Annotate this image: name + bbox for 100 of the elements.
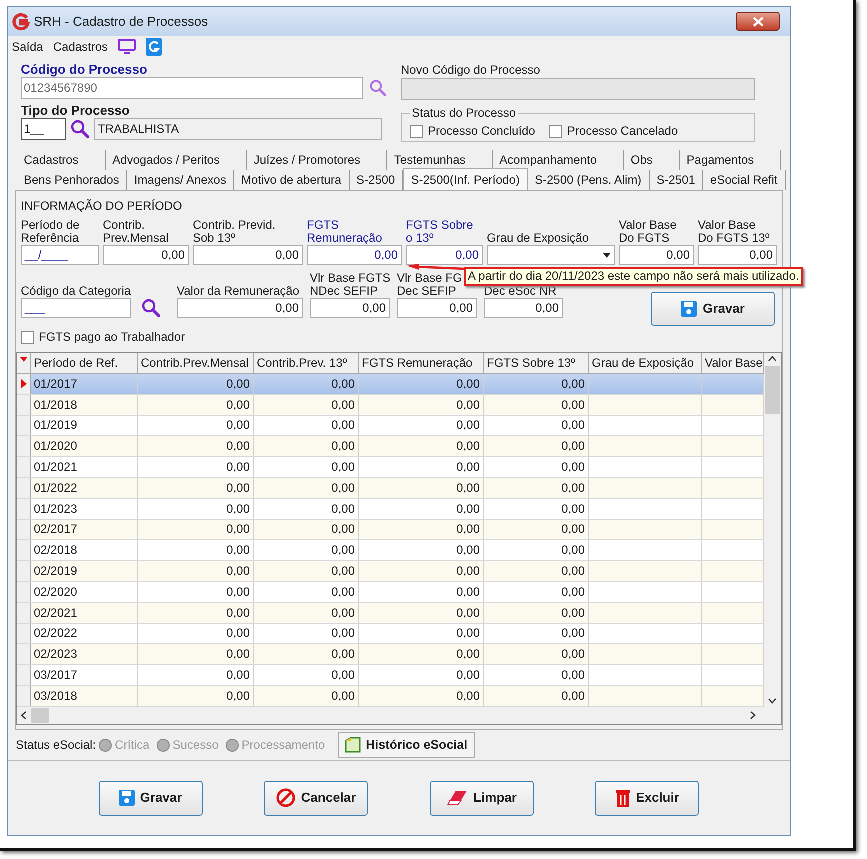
- exposure-dropdown[interactable]: [487, 245, 615, 265]
- input-field[interactable]: 0,00: [484, 298, 563, 318]
- clear-button[interactable]: Limpar: [430, 780, 534, 816]
- table-row[interactable]: 01/2017 0,00 0,00 0,00 0,00: [17, 374, 764, 395]
- history-button[interactable]: Histórico eSocial: [338, 732, 475, 758]
- window-title: SRH - Cadastro de Processos: [34, 12, 208, 31]
- input-field[interactable]: 0,00: [619, 245, 694, 265]
- menu-item[interactable]: Cadastros: [53, 38, 108, 56]
- tooltip: A partir do dia 20/11/2023 este campo não será mais utilizado.: [464, 267, 804, 286]
- table-row[interactable]: 01/2021 0,00 0,00 0,00 0,00: [17, 457, 764, 478]
- table-row[interactable]: 02/2021 0,00 0,00 0,00 0,00: [17, 602, 764, 624]
- type-description-field: TRABALHISTA: [94, 118, 382, 140]
- table-row[interactable]: 02/2023 0,00 0,00 0,00 0,00: [17, 644, 764, 666]
- table-cell: 0,00: [359, 416, 484, 436]
- table-cell: 0,00: [138, 416, 254, 436]
- input-field[interactable]: 0,00: [307, 245, 402, 265]
- column-header[interactable]: Período de Ref.: [31, 353, 138, 373]
- table-row[interactable]: 02/2020 0,00 0,00 0,00 0,00: [17, 582, 764, 603]
- table-cell: 0,00: [254, 582, 359, 602]
- table-cell: 0,00: [254, 374, 359, 394]
- column-header[interactable]: Contrib.Prev.Mensal: [138, 353, 254, 373]
- input-field[interactable]: ___: [21, 298, 131, 318]
- field-label: Valor Base Do FGTS 13º: [698, 219, 771, 245]
- input-field[interactable]: 0,00: [406, 245, 483, 265]
- table-cell: 0,00: [254, 665, 359, 685]
- column-header[interactable]: Contrib.Prev. 13º: [254, 353, 359, 373]
- checkbox[interactable]: [21, 330, 34, 344]
- tab[interactable]: Advogados / Peritos: [106, 150, 247, 170]
- table-cell: 0,00: [138, 394, 254, 415]
- table-row[interactable]: 02/2019 0,00 0,00 0,00 0,00: [17, 561, 764, 582]
- input-field[interactable]: 0,00: [193, 245, 303, 265]
- table-cell: 0,00: [359, 624, 484, 644]
- input-field[interactable]: 0,00: [698, 245, 777, 265]
- status-label: Status eSocial:: [16, 737, 96, 754]
- column-header[interactable]: Grau de Exposição: [589, 353, 702, 373]
- table-cell: 0,00: [484, 602, 589, 623]
- input-field[interactable]: 0,00: [177, 298, 303, 318]
- scrollbar-thumb[interactable]: [31, 708, 49, 723]
- checkbox-label[interactable]: Processo Cancelado: [567, 122, 678, 140]
- scroll-left-icon[interactable]: [21, 711, 27, 720]
- table-cell: 0,00: [359, 540, 484, 560]
- table-cell: 01/2022: [31, 478, 138, 498]
- table-cell: 0,00: [138, 374, 254, 394]
- menu-item[interactable]: Saída: [12, 38, 44, 56]
- save-button[interactable]: Gravar: [98, 780, 203, 816]
- checkbox-label[interactable]: FGTS pago ao Trabalhador: [39, 328, 186, 346]
- table-row[interactable]: 01/2018 0,00 0,00 0,00 0,00: [17, 394, 764, 416]
- scroll-down-icon[interactable]: [768, 698, 777, 704]
- close-button[interactable]: [736, 12, 780, 31]
- horizontal-scrollbar[interactable]: [17, 707, 781, 724]
- table-cell: 0,00: [484, 540, 589, 560]
- code-field[interactable]: 01234567890: [21, 77, 363, 99]
- column-header[interactable]: FGTS Sobre 13º: [484, 353, 589, 373]
- table-row[interactable]: 03/2018 0,00 0,00 0,00 0,00: [17, 686, 764, 707]
- type-code-field[interactable]: 1__: [21, 118, 66, 140]
- table-row[interactable]: 02/2018 0,00 0,00 0,00 0,00: [17, 540, 764, 562]
- cancel-button[interactable]: Cancelar: [264, 780, 368, 816]
- monitor-icon[interactable]: [118, 39, 136, 55]
- search-icon[interactable]: [141, 298, 161, 318]
- input-field[interactable]: 0,00: [397, 298, 477, 318]
- tab[interactable]: S-2501: [650, 170, 704, 190]
- input-field[interactable]: 0,00: [310, 298, 390, 318]
- table-cell: 01/2021: [31, 457, 138, 477]
- table-cell: 02/2017: [31, 520, 138, 540]
- search-icon[interactable]: [369, 79, 387, 97]
- input-field[interactable]: __/____: [21, 245, 99, 265]
- app-logo-icon[interactable]: [146, 38, 162, 56]
- table-row[interactable]: 01/2022 0,00 0,00 0,00 0,00: [17, 478, 764, 499]
- scroll-up-icon[interactable]: [768, 356, 777, 362]
- table-cell: 0,00: [484, 457, 589, 477]
- table-cell: 0,00: [359, 561, 484, 581]
- scroll-right-icon[interactable]: [750, 711, 756, 720]
- table-row[interactable]: 02/2017 0,00 0,00 0,00 0,00: [17, 520, 764, 540]
- tab[interactable]: S-2500: [350, 170, 404, 190]
- table-cell: 0,00: [138, 624, 254, 644]
- table-cell: 0,00: [138, 686, 254, 706]
- checkbox[interactable]: [410, 124, 423, 138]
- table-row[interactable]: 01/2023 0,00 0,00 0,00 0,00: [17, 498, 764, 520]
- table-cell: 0,00: [359, 644, 484, 664]
- eraser-icon: [446, 789, 469, 807]
- vertical-scrollbar[interactable]: [764, 353, 781, 707]
- table-cell: 0,00: [359, 394, 484, 415]
- table-row[interactable]: 02/2022 0,00 0,00 0,00 0,00: [17, 624, 764, 644]
- checkbox-label[interactable]: Processo Concluído: [428, 122, 536, 140]
- table-cell: 0,00: [254, 540, 359, 560]
- table-row[interactable]: 01/2019 0,00 0,00 0,00 0,00: [17, 416, 764, 436]
- tab[interactable]: S-2500(Inf. Período): [403, 168, 528, 190]
- table-cell: 0,00: [254, 602, 359, 623]
- input-field[interactable]: 0,00: [103, 245, 189, 265]
- delete-button[interactable]: Excluir: [595, 780, 700, 816]
- tab[interactable]: Acompanhamento: [492, 150, 624, 170]
- scrollbar-thumb[interactable]: [765, 366, 780, 414]
- table-row[interactable]: 03/2017 0,00 0,00 0,00 0,00: [17, 665, 764, 686]
- checkbox[interactable]: [549, 124, 562, 138]
- column-header[interactable]: FGTS Remuneração: [359, 353, 484, 373]
- table-row[interactable]: 01/2020 0,00 0,00 0,00 0,00: [17, 436, 764, 458]
- save-button[interactable]: Gravar: [651, 292, 775, 326]
- search-icon[interactable]: [70, 119, 90, 139]
- table-cell: 0,00: [254, 416, 359, 436]
- sort-arrow-icon[interactable]: [20, 357, 28, 362]
